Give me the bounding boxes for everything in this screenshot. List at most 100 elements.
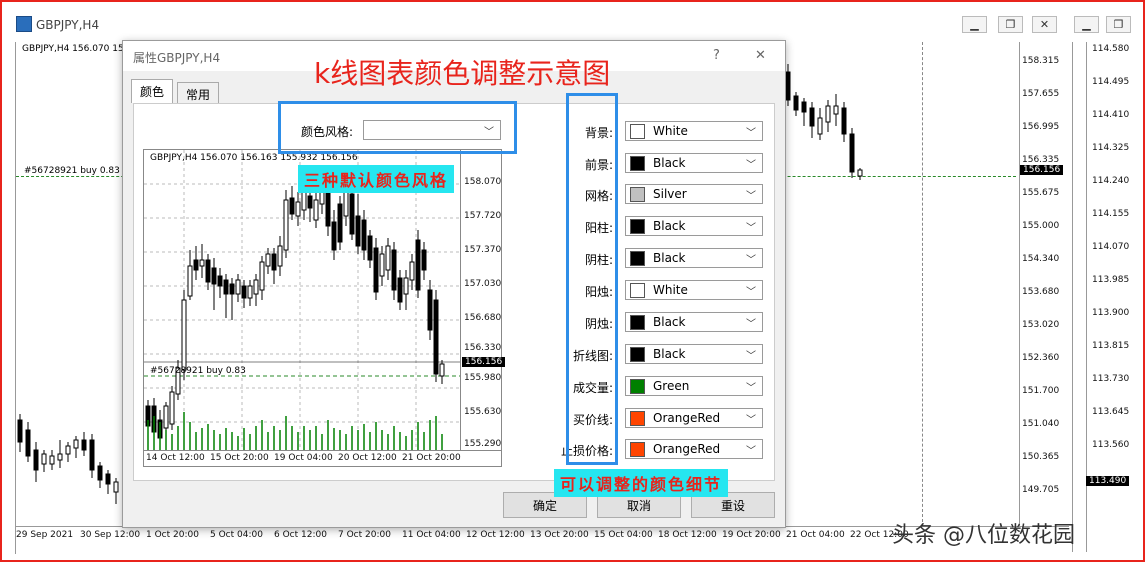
- foreground-color-select[interactable]: Black ﹀: [625, 153, 763, 173]
- price-axis: 158.315 157.655 156.995 156.335 156.156 …: [1020, 42, 1069, 526]
- time-label: 1 Oct 20:00: [146, 530, 199, 540]
- preview-time-label: 21 Oct 20:00: [402, 453, 461, 463]
- color-swatch: [630, 282, 645, 298]
- price-label: 154.340: [1022, 254, 1060, 264]
- price-label: 114.325: [1092, 143, 1130, 153]
- time-label: 11 Oct 04:00: [402, 530, 461, 540]
- preview-price-label: 155.290: [464, 439, 502, 449]
- price-label: 151.700: [1022, 386, 1060, 396]
- current-price-tag: 156.156: [1020, 165, 1064, 175]
- tab-common[interactable]: 常用: [177, 82, 220, 104]
- close-window-button[interactable]: ✕: [1032, 16, 1057, 33]
- color-value: Silver: [653, 187, 687, 201]
- preview-time-label: 20 Oct 12:00: [338, 453, 397, 463]
- minimize-button[interactable]: ▁: [962, 16, 987, 33]
- restore-icon: ❐: [1005, 18, 1016, 31]
- bull-candle-color-select[interactable]: White ﹀: [625, 280, 763, 300]
- color-value: Black: [653, 219, 686, 233]
- chevron-down-icon: ﹀: [746, 350, 756, 362]
- price-label: 153.680: [1022, 287, 1060, 297]
- color-value: Green: [653, 379, 690, 393]
- time-label: 21 Oct 04:00: [786, 530, 845, 540]
- second-minimize-button[interactable]: ▁: [1074, 16, 1099, 33]
- left-candles: [17, 414, 119, 504]
- price-label: 114.070: [1092, 242, 1130, 252]
- close-icon: ✕: [1039, 18, 1050, 31]
- color-swatch: [630, 155, 645, 171]
- preview-chart: GBPJPY,H4 156.070 156.163 155.932 156.15…: [143, 149, 506, 467]
- price-label: 158.315: [1022, 56, 1060, 66]
- price-label: 151.040: [1022, 419, 1060, 429]
- price-label: 157.655: [1022, 89, 1060, 99]
- time-label: 19 Oct 20:00: [722, 530, 781, 540]
- volume-color-select[interactable]: Green ﹀: [625, 376, 763, 396]
- bar-up-color-select[interactable]: Black ﹀: [625, 216, 763, 236]
- tab-label: 常用: [186, 88, 211, 102]
- price-label: 149.705: [1022, 485, 1060, 495]
- second-restore-button[interactable]: ❐: [1106, 16, 1131, 33]
- chevron-down-icon: ﹀: [746, 286, 756, 298]
- watermark: 头条 @八位数花园: [892, 523, 1075, 548]
- color-swatch: [630, 441, 645, 457]
- tab-colors[interactable]: 颜色: [131, 79, 174, 103]
- time-label: 12 Oct 12:00: [466, 530, 525, 540]
- styles-note: 三种默认颜色风格: [298, 165, 455, 193]
- preview-price-label: 157.720: [464, 211, 502, 221]
- help-icon[interactable]: ?: [713, 48, 720, 63]
- close-dialog-button[interactable]: ✕: [755, 48, 766, 63]
- price-label: 114.155: [1092, 209, 1130, 219]
- minimize-icon: ▁: [970, 18, 979, 31]
- price-label: 155.000: [1022, 221, 1060, 231]
- price-label: 113.815: [1092, 341, 1130, 351]
- time-label: 6 Oct 12:00: [274, 530, 327, 540]
- maximize-button[interactable]: ❐: [998, 16, 1023, 33]
- background-color-select[interactable]: White ﹀: [625, 121, 763, 141]
- right-candles: [785, 64, 863, 180]
- preview-price-axis-line: [460, 150, 461, 450]
- preview-time-label: 14 Oct 12:00: [146, 453, 205, 463]
- color-value: OrangeRed: [653, 442, 721, 456]
- minimize-icon: ▁: [1082, 18, 1091, 31]
- preview-candles: [144, 150, 460, 450]
- time-label: 15 Oct 04:00: [594, 530, 653, 540]
- color-swatch: [630, 410, 645, 426]
- chevron-down-icon: ﹀: [746, 318, 756, 330]
- color-value: Black: [653, 156, 686, 170]
- labels-highlight-box: [566, 93, 618, 465]
- bar-down-color-select[interactable]: Black ﹀: [625, 248, 763, 268]
- price-label: 155.675: [1022, 188, 1060, 198]
- scheme-highlight-box: [278, 101, 517, 154]
- price-label: 114.240: [1092, 176, 1130, 186]
- preview-trade-label: #56728921 buy 0.83: [150, 366, 246, 376]
- preview-price-label: 156.330: [464, 343, 502, 353]
- time-label: 30 Sep 12:00: [80, 530, 141, 540]
- color-swatch: [630, 314, 645, 330]
- line-chart-color-select[interactable]: Black ﹀: [625, 344, 763, 364]
- chart-app-icon: [16, 16, 32, 32]
- color-swatch: [630, 250, 645, 266]
- preview-price-label: 155.630: [464, 407, 502, 417]
- grid-color-select[interactable]: Silver ﹀: [625, 184, 763, 204]
- stop-loss-color-select[interactable]: OrangeRed ﹀: [625, 439, 763, 459]
- color-swatch: [630, 123, 645, 139]
- time-label: 7 Oct 20:00: [338, 530, 391, 540]
- price-label: 114.495: [1092, 77, 1130, 87]
- bear-candle-color-select[interactable]: Black ﹀: [625, 312, 763, 332]
- time-label: 29 Sep 2021: [16, 530, 74, 540]
- price-label: 113.560: [1092, 440, 1130, 450]
- second-current-price-tag: 113.490: [1086, 476, 1130, 486]
- price-label: 113.900: [1092, 308, 1130, 318]
- time-label: 13 Oct 20:00: [530, 530, 589, 540]
- chevron-down-icon: ﹀: [746, 222, 756, 234]
- chevron-down-icon: ﹀: [746, 445, 756, 457]
- preview-price-label: 157.030: [464, 279, 502, 289]
- price-label: 114.580: [1092, 44, 1130, 54]
- price-label: 113.985: [1092, 275, 1130, 285]
- annotation-heading: k线图表颜色调整示意图: [314, 57, 611, 90]
- bid-line-color-select[interactable]: OrangeRed ﹀: [625, 408, 763, 428]
- color-value: OrangeRed: [653, 411, 721, 425]
- second-price-axis: 114.580 114.495 114.410 114.325 114.240 …: [1086, 42, 1140, 552]
- chevron-down-icon: ﹀: [746, 190, 756, 202]
- preview-price-label: 156.680: [464, 313, 502, 323]
- chevron-down-icon: ﹀: [746, 127, 756, 139]
